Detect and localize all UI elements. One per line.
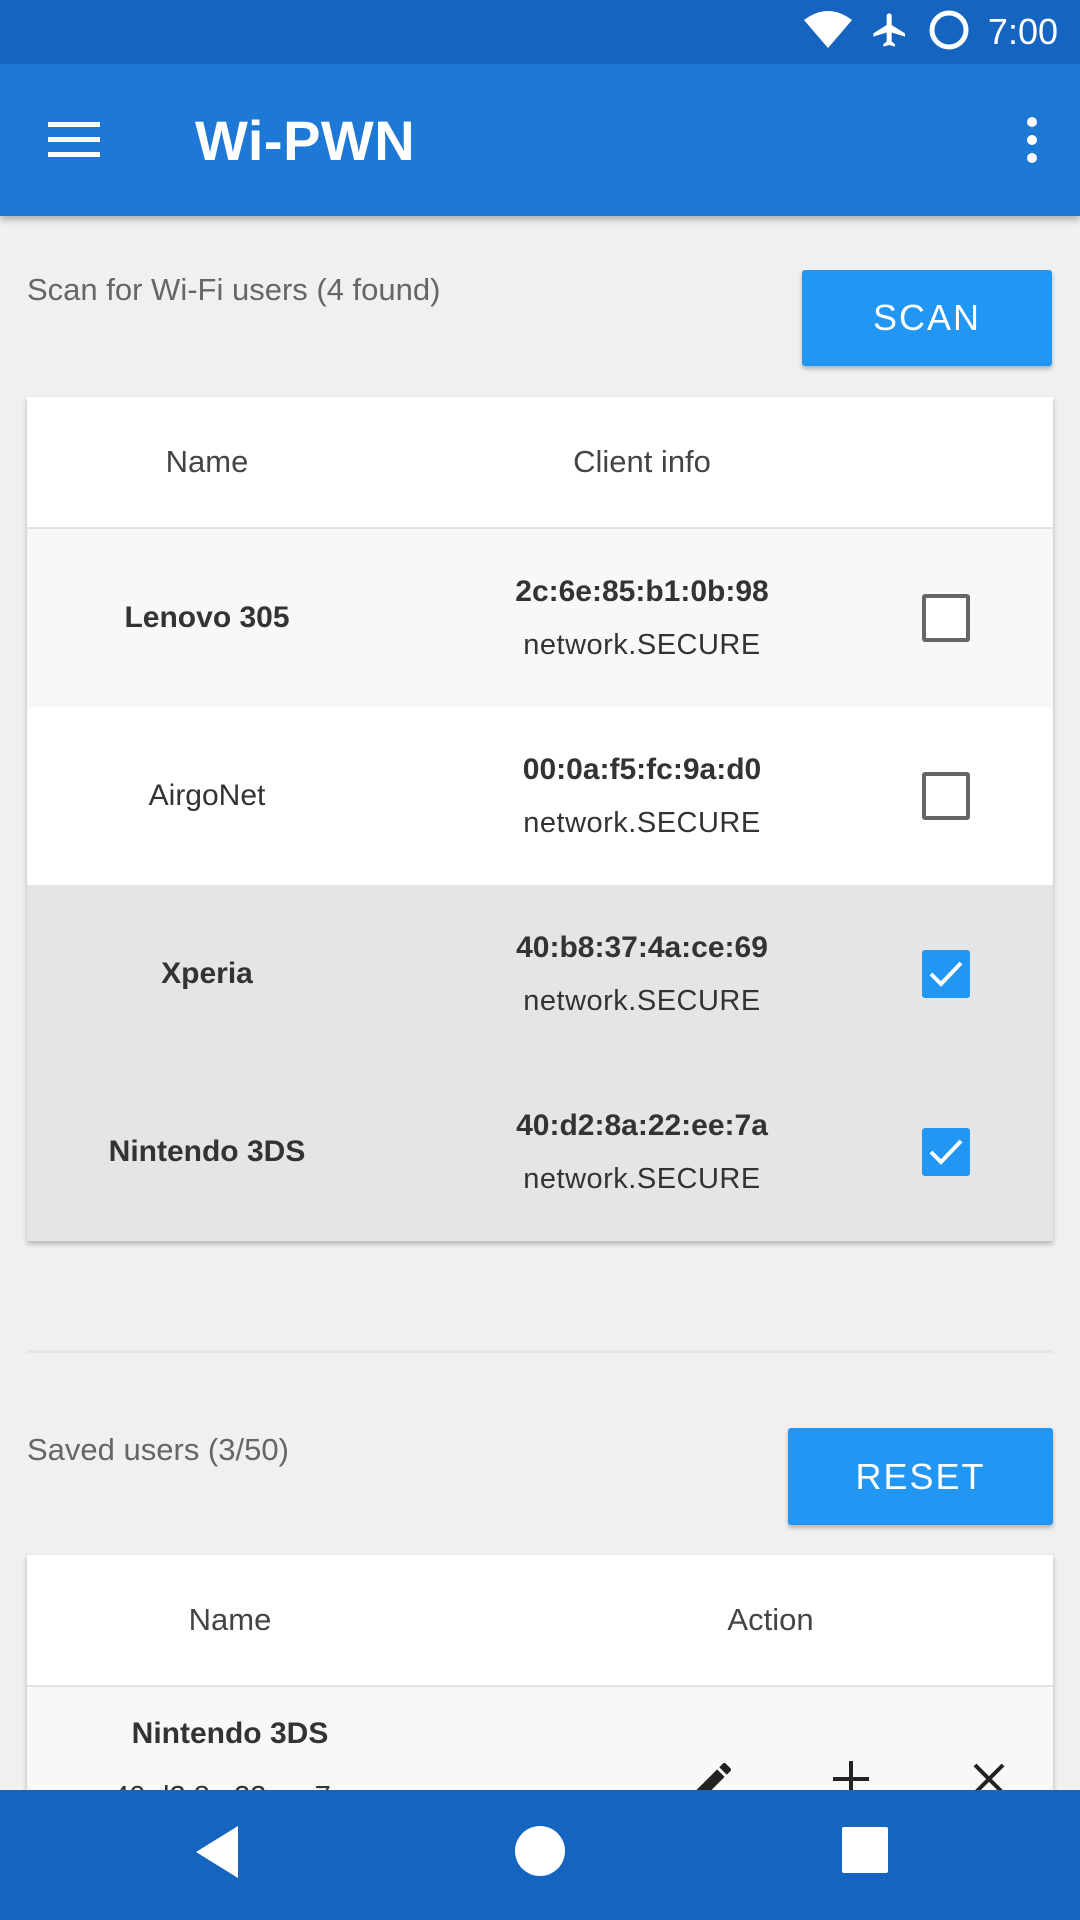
client-info: 2c:6e:85:b1:0b:98 network.SECURE <box>387 529 897 707</box>
app-bar: Wi-PWN <box>0 64 1080 216</box>
select-checkbox[interactable] <box>922 950 970 998</box>
client-name: Nintendo 3DS <box>108 1135 306 1168</box>
reset-button[interactable]: RESET <box>788 1428 1053 1525</box>
client-security: network.SECURE <box>523 628 761 661</box>
table-row[interactable]: AirgoNet 00:0a:f5:fc:9a:d0 network.SECUR… <box>27 707 1053 885</box>
client-security: network.SECURE <box>523 984 761 1017</box>
status-time: 7:00 <box>987 11 1058 52</box>
airplane-icon <box>870 9 910 56</box>
recents-icon[interactable] <box>842 1827 888 1878</box>
select-checkbox[interactable] <box>922 594 970 642</box>
status-icons: 7:00 <box>803 0 1058 64</box>
status-bar: 7:00 <box>0 0 1080 64</box>
client-info: 40:d2:8a:22:ee:7a network.SECURE <box>387 1063 897 1241</box>
column-header-client-info: Client info <box>573 444 711 479</box>
saved-section-label: Saved users (3/50) <box>27 1432 289 1467</box>
saved-users-table: Name Action Nintendo 3DS 40:d2:8a:22:ee:… <box>27 1555 1053 1795</box>
scan-results-table: Name Client info Lenovo 305 2c:6e:85:b1:… <box>27 397 1053 1241</box>
table-row[interactable]: Nintendo 3DS 40:d2:8a:22:ee:7a network.S… <box>27 1063 1053 1241</box>
scan-section-label: Scan for Wi-Fi users (4 found) <box>27 272 441 307</box>
section-divider <box>27 1350 1053 1353</box>
client-mac: 00:0a:f5:fc:9a:d0 <box>522 752 762 786</box>
home-icon[interactable] <box>513 1824 567 1883</box>
select-checkbox[interactable] <box>922 1128 970 1176</box>
client-security: network.SECURE <box>523 806 761 839</box>
app-title: Wi-PWN <box>195 109 416 172</box>
scan-button[interactable]: SCAN <box>802 270 1052 366</box>
navigation-bar <box>0 1790 1080 1920</box>
table-row[interactable]: Xperia 40:b8:37:4a:ce:69 network.SECURE <box>27 885 1053 1063</box>
saved-user-info: Nintendo 3DS 40:d2:8a:22:ee:7a <box>27 1717 433 1795</box>
table-row[interactable]: Lenovo 305 2c:6e:85:b1:0b:98 network.SEC… <box>27 529 1053 707</box>
client-security: network.SECURE <box>523 1162 761 1195</box>
select-checkbox[interactable] <box>922 772 970 820</box>
client-mac: 40:d2:8a:22:ee:7a <box>516 1108 768 1142</box>
table-header: Name Client info <box>27 397 1053 529</box>
menu-icon[interactable] <box>48 118 100 162</box>
check-icon <box>929 961 963 987</box>
circle-icon <box>928 9 970 56</box>
back-icon[interactable] <box>192 1822 240 1887</box>
client-info: 40:b8:37:4a:ce:69 network.SECURE <box>387 885 897 1063</box>
more-vert-icon[interactable] <box>1012 116 1052 164</box>
check-icon <box>929 1139 963 1165</box>
table-header: Name Action <box>27 1555 1053 1687</box>
wifi-icon <box>803 10 852 55</box>
column-header-name: Name <box>165 444 249 479</box>
client-mac: 40:b8:37:4a:ce:69 <box>516 930 768 964</box>
client-name: Xperia <box>161 957 253 990</box>
client-name: Lenovo 305 <box>124 601 290 634</box>
saved-user-name: Nintendo 3DS <box>131 1717 329 1750</box>
table-row[interactable]: Nintendo 3DS 40:d2:8a:22:ee:7a <box>27 1687 1053 1795</box>
client-name: AirgoNet <box>148 779 266 812</box>
column-header-name: Name <box>188 1602 272 1637</box>
client-info: 00:0a:f5:fc:9a:d0 network.SECURE <box>387 707 897 885</box>
column-header-action: Action <box>727 1602 814 1637</box>
client-mac: 2c:6e:85:b1:0b:98 <box>515 574 769 608</box>
